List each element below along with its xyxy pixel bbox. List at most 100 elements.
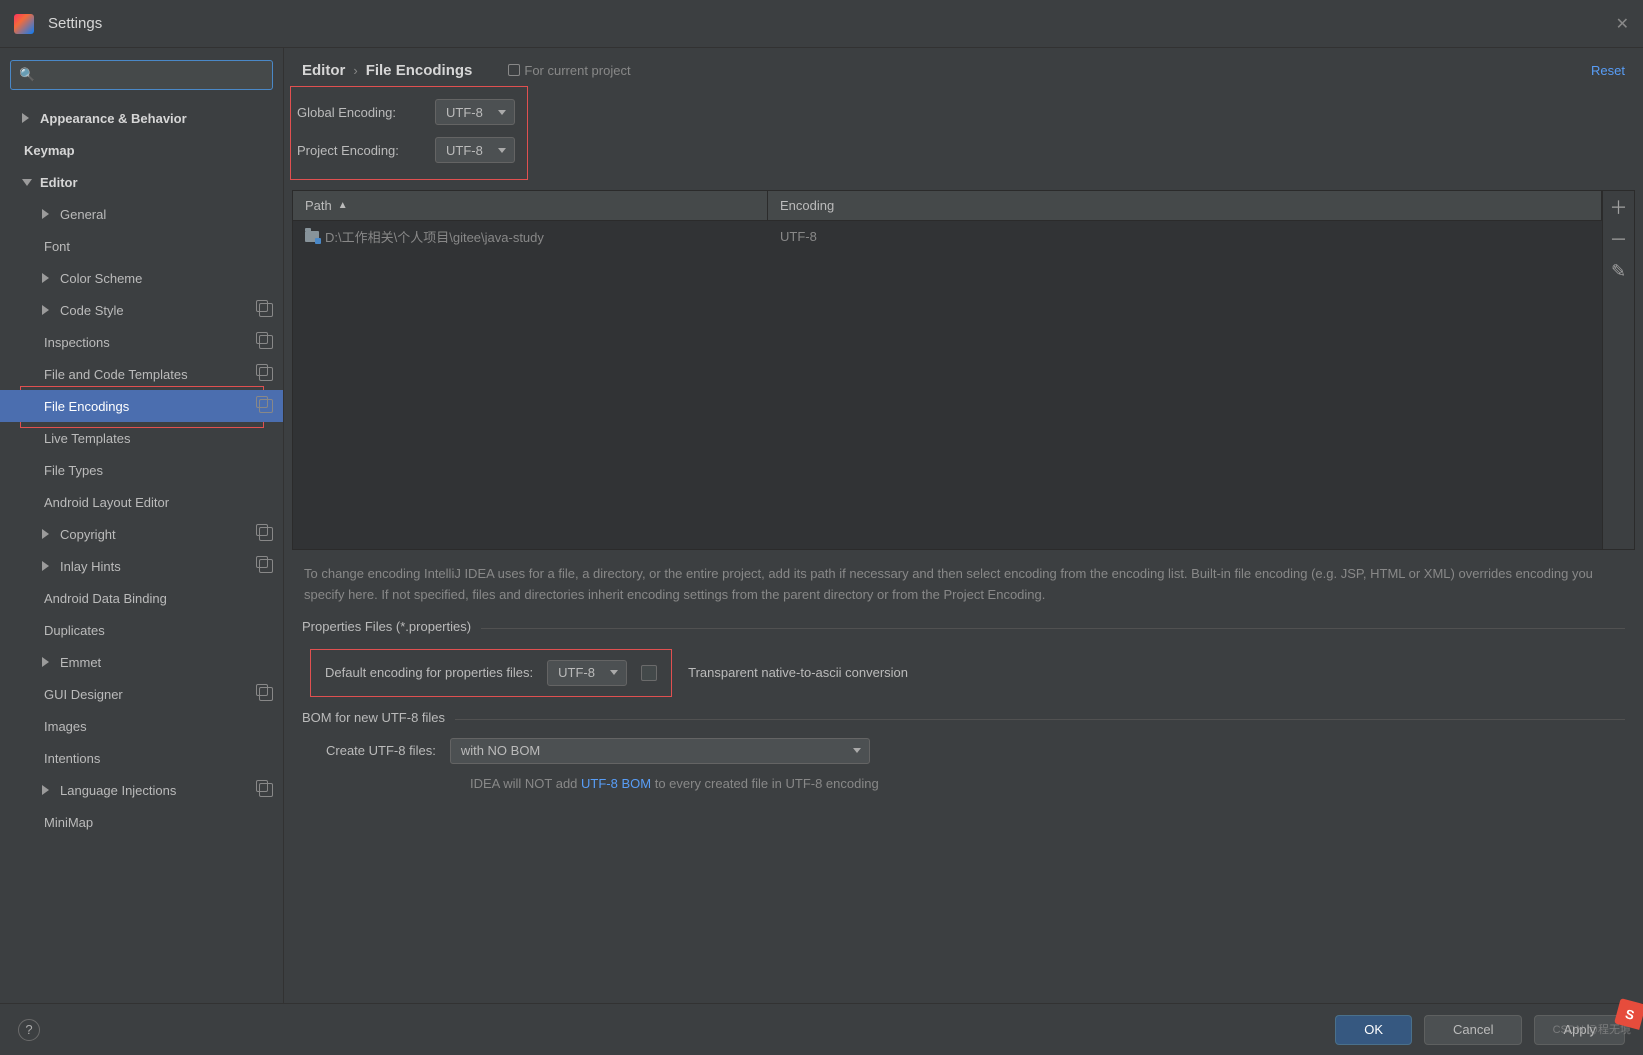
- sidebar-item-label: Intentions: [44, 751, 100, 766]
- search-input[interactable]: [41, 68, 264, 83]
- sidebar-item-android-data-binding[interactable]: Android Data Binding: [0, 582, 283, 614]
- sidebar: 🔍 Appearance & Behavior Keymap Editor Gener…: [0, 48, 284, 1003]
- global-encoding-combo[interactable]: UTF-8: [435, 99, 515, 125]
- chevron-down-icon: [610, 670, 618, 675]
- sidebar-item-live-templates[interactable]: Live Templates: [0, 422, 283, 454]
- encoding-table: Path ▲ Encoding D:\工作相关\个人项目\gitee\java-…: [292, 190, 1635, 550]
- sidebar-item-images[interactable]: Images: [0, 710, 283, 742]
- project-scope-icon: [259, 687, 273, 701]
- sidebar-item-label: MiniMap: [44, 815, 93, 830]
- sidebar-item-label: Copyright: [60, 527, 116, 542]
- bom-note: IDEA will NOT add UTF-8 BOM to every cre…: [302, 770, 1625, 797]
- sidebar-item-duplicates[interactable]: Duplicates: [0, 614, 283, 646]
- sidebar-item-label: Emmet: [60, 655, 101, 670]
- sidebar-item-label: Live Templates: [44, 431, 130, 446]
- sidebar-item-label: Duplicates: [44, 623, 105, 638]
- sidebar-item-label: Images: [44, 719, 87, 734]
- th-path[interactable]: Path ▲: [293, 191, 768, 220]
- chevron-down-icon: [853, 748, 861, 753]
- create-utf8-combo[interactable]: with NO BOM: [450, 738, 870, 764]
- sidebar-item-keymap[interactable]: Keymap: [0, 134, 283, 166]
- th-encoding[interactable]: Encoding: [768, 191, 1602, 220]
- project-scope-icon: [259, 335, 273, 349]
- sidebar-item-file-and-code-templates[interactable]: File and Code Templates: [0, 358, 283, 390]
- chevron-right-icon: [42, 657, 49, 667]
- sidebar-item-intentions[interactable]: Intentions: [0, 742, 283, 774]
- sidebar-item-code-style[interactable]: Code Style: [0, 294, 283, 326]
- reset-link[interactable]: Reset: [1591, 63, 1625, 78]
- sidebar-item-color-scheme[interactable]: Color Scheme: [0, 262, 283, 294]
- add-button[interactable]: ＋: [1603, 191, 1635, 223]
- project-scope-icon: [259, 367, 273, 381]
- breadcrumb-file-encodings: File Encodings: [366, 62, 473, 79]
- sidebar-item-label: Inlay Hints: [60, 559, 121, 574]
- ok-button[interactable]: OK: [1335, 1015, 1412, 1045]
- window-title: Settings: [48, 15, 102, 32]
- project-scope-icon: [259, 303, 273, 317]
- sidebar-item-font[interactable]: Font: [0, 230, 283, 262]
- default-props-enc-combo[interactable]: UTF-8: [547, 660, 627, 686]
- help-text: To change encoding IntelliJ IDEA uses fo…: [284, 550, 1643, 620]
- chevron-right-icon: [42, 209, 49, 219]
- project-encoding-combo[interactable]: UTF-8: [435, 137, 515, 163]
- bom-fieldset: BOM for new UTF-8 files Create UTF-8 fil…: [302, 719, 1625, 797]
- project-scope-icon: [259, 399, 273, 413]
- project-scope-icon: [259, 527, 273, 541]
- edit-button[interactable]: ✎: [1603, 255, 1635, 287]
- breadcrumb-editor[interactable]: Editor: [302, 62, 345, 79]
- sidebar-item-appearance-behavior[interactable]: Appearance & Behavior: [0, 102, 283, 134]
- sidebar-item-label: File Types: [44, 463, 103, 478]
- remove-button[interactable]: －: [1603, 223, 1635, 255]
- chevron-down-icon: [498, 110, 506, 115]
- breadcrumb-sep: ›: [353, 63, 357, 78]
- utf8-bom-link[interactable]: UTF-8 BOM: [581, 776, 651, 791]
- search-input-wrap[interactable]: 🔍: [10, 60, 273, 90]
- chevron-right-icon: [42, 305, 49, 315]
- sidebar-item-label: Language Injections: [60, 783, 176, 798]
- sidebar-item-label: Editor: [40, 175, 78, 190]
- chevron-right-icon: [42, 529, 49, 539]
- sort-asc-icon: ▲: [338, 200, 348, 211]
- chevron-right-icon: [42, 561, 49, 571]
- sidebar-item-language-injections[interactable]: Language Injections: [0, 774, 283, 806]
- sidebar-item-inspections[interactable]: Inspections: [0, 326, 283, 358]
- sidebar-item-label: Android Layout Editor: [44, 495, 169, 510]
- chevron-right-icon: [42, 273, 49, 283]
- sidebar-item-file-types[interactable]: File Types: [0, 454, 283, 486]
- sidebar-item-label: Code Style: [60, 303, 124, 318]
- folder-icon: [305, 231, 319, 242]
- highlight-box-properties: Default encoding for properties files: U…: [310, 649, 672, 697]
- sidebar-item-label: Font: [44, 239, 70, 254]
- help-icon[interactable]: ?: [18, 1019, 40, 1041]
- settings-tree[interactable]: Appearance & Behavior Keymap Editor General…: [0, 98, 283, 1003]
- sidebar-item-android-layout-editor[interactable]: Android Layout Editor: [0, 486, 283, 518]
- content-panel: Editor › File Encodings For current proj…: [284, 48, 1643, 1003]
- sidebar-item-label: Keymap: [24, 143, 75, 158]
- transparent-ascii-checkbox[interactable]: [641, 665, 657, 681]
- sidebar-item-minimap[interactable]: MiniMap: [0, 806, 283, 838]
- path-cell: D:\工作相关\个人项目\gitee\java-study: [325, 227, 544, 246]
- global-encoding-label: Global Encoding:: [297, 105, 435, 120]
- sidebar-item-label: Appearance & Behavior: [40, 111, 187, 126]
- sidebar-item-label: Inspections: [44, 335, 110, 350]
- close-icon[interactable]: ✕: [1616, 14, 1629, 34]
- sidebar-item-inlay-hints[interactable]: Inlay Hints: [0, 550, 283, 582]
- sidebar-item-editor[interactable]: Editor: [0, 166, 283, 198]
- sidebar-item-file-encodings[interactable]: File Encodings: [0, 390, 283, 422]
- properties-legend: Properties Files (*.properties): [302, 619, 481, 634]
- sidebar-item-emmet[interactable]: Emmet: [0, 646, 283, 678]
- app-logo-icon: [14, 14, 34, 34]
- sidebar-item-label: File and Code Templates: [44, 367, 188, 382]
- sidebar-item-general[interactable]: General: [0, 198, 283, 230]
- sidebar-item-copyright[interactable]: Copyright: [0, 518, 283, 550]
- properties-fieldset: Properties Files (*.properties) Default …: [302, 628, 1625, 711]
- table-row[interactable]: D:\工作相关\个人项目\gitee\java-studyUTF-8: [293, 221, 1602, 251]
- sidebar-item-gui-designer[interactable]: GUI Designer: [0, 678, 283, 710]
- transparent-ascii-label: Transparent native-to-ascii conversion: [688, 665, 908, 680]
- default-props-enc-label: Default encoding for properties files:: [325, 665, 533, 680]
- dialog-footer: ? OK Cancel Apply: [0, 1003, 1643, 1055]
- project-scope-icon: [259, 783, 273, 797]
- cancel-button[interactable]: Cancel: [1424, 1015, 1522, 1045]
- sidebar-item-label: File Encodings: [44, 399, 129, 414]
- chevron-right-icon: [22, 113, 29, 123]
